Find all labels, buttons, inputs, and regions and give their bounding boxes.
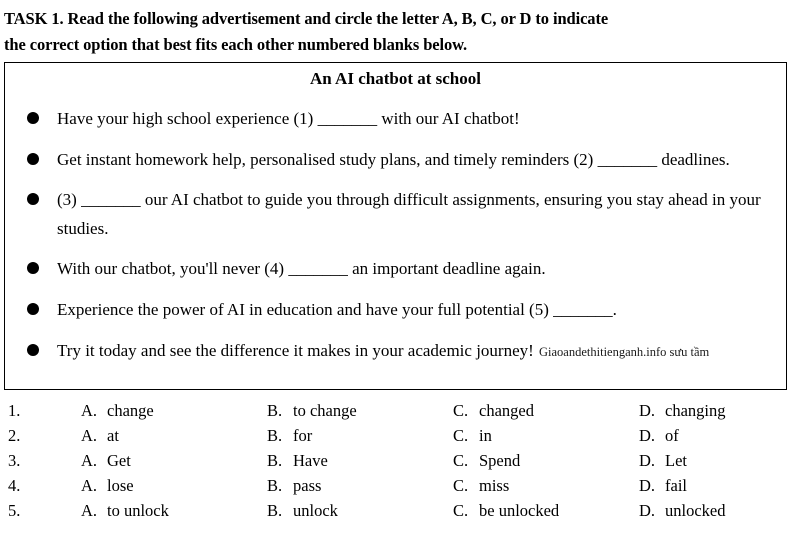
question-number: 3.	[8, 451, 21, 470]
choice-text: to unlock	[107, 501, 169, 520]
task-heading-line-2: the correct option that best fits each o…	[4, 35, 468, 54]
bullet-dot-icon	[27, 262, 39, 274]
list-item-text: Get instant homework help, personalised …	[57, 150, 730, 169]
choice-a[interactable]: A. lose	[81, 473, 267, 498]
choice-c[interactable]: C. in	[453, 423, 639, 448]
choice-text: at	[107, 426, 119, 445]
advertisement-box: An AI chatbot at school Have your high s…	[4, 62, 787, 390]
choice-letter: A.	[81, 476, 98, 495]
choice-d[interactable]: D. fail	[639, 473, 796, 498]
list-item-text: With our chatbot, you'll never (4) _____…	[57, 259, 546, 278]
choice-a[interactable]: A. Get	[81, 448, 267, 473]
choice-d[interactable]: D. of	[639, 423, 796, 448]
list-item: Get instant homework help, personalised …	[27, 145, 768, 174]
choice-text: miss	[479, 476, 510, 495]
question-number: 5.	[8, 501, 21, 520]
choice-text: to change	[293, 401, 357, 420]
choice-text: fail	[665, 476, 687, 495]
question-number: 2.	[8, 426, 21, 445]
choice-text: Let	[665, 451, 687, 470]
watermark: Giaoandethitienganh.info sưu tầm	[539, 345, 710, 359]
choice-b[interactable]: B. to change	[267, 398, 453, 423]
choice-text: changed	[479, 401, 534, 420]
bullet-dot-icon	[27, 344, 39, 356]
list-item: (3) _______ our AI chatbot to guide you …	[27, 185, 768, 243]
bullet-dot-icon	[27, 303, 39, 315]
choice-b[interactable]: B. unlock	[267, 498, 453, 523]
choice-text: unlock	[293, 501, 338, 520]
choice-letter: D.	[639, 476, 656, 495]
choice-letter: B.	[267, 426, 283, 445]
task-heading-line-1: TASK 1. Read the following advertisement…	[4, 9, 609, 28]
list-item-text: Experience the power of AI in education …	[57, 300, 617, 319]
choice-d[interactable]: D. unlocked	[639, 498, 796, 523]
choice-a[interactable]: A. at	[81, 423, 267, 448]
answer-options: 1. A. change B. to change C. changed D. …	[0, 398, 796, 523]
choice-a[interactable]: A. change	[81, 398, 267, 423]
choice-letter: C.	[453, 426, 469, 445]
bullet-dot-icon	[27, 112, 39, 124]
choice-c[interactable]: C. Spend	[453, 448, 639, 473]
choice-d[interactable]: D. Let	[639, 448, 796, 473]
choice-letter: C.	[453, 476, 469, 495]
choice-letter: C.	[453, 401, 469, 420]
task-heading: TASK 1. Read the following advertisement…	[0, 0, 796, 58]
question-row: 5. A. to unlock B. unlock C. be unlocked…	[8, 498, 796, 523]
list-item-text: Have your high school experience (1) ___…	[57, 109, 520, 128]
choice-text: changing	[665, 401, 726, 420]
choice-c[interactable]: C. miss	[453, 473, 639, 498]
choice-c[interactable]: C. changed	[453, 398, 639, 423]
question-row: 4. A. lose B. pass C. miss D. fail	[8, 473, 796, 498]
advertisement-bullet-list: Have your high school experience (1) ___…	[5, 104, 786, 365]
bullet-dot-icon	[27, 193, 39, 205]
choice-text: be unlocked	[479, 501, 560, 520]
choice-text: Have	[293, 451, 328, 470]
choice-text: change	[107, 401, 154, 420]
choice-a[interactable]: A. to unlock	[81, 498, 267, 523]
question-number: 4.	[8, 476, 21, 495]
choice-b[interactable]: B. pass	[267, 473, 453, 498]
choice-letter: D.	[639, 451, 656, 470]
choice-text: of	[665, 426, 679, 445]
question-number: 1.	[8, 401, 21, 420]
choice-text: for	[293, 426, 313, 445]
choice-letter: A.	[81, 426, 98, 445]
question-row: 2. A. at B. for C. in D. of	[8, 423, 796, 448]
list-item-text: (3) _______ our AI chatbot to guide you …	[57, 190, 761, 238]
question-row: 3. A. Get B. Have C. Spend D. Let	[8, 448, 796, 473]
advertisement-title: An AI chatbot at school	[310, 69, 481, 88]
choice-text: lose	[107, 476, 134, 495]
choice-b[interactable]: B. Have	[267, 448, 453, 473]
list-item: Experience the power of AI in education …	[27, 295, 768, 324]
choice-c[interactable]: C. be unlocked	[453, 498, 639, 523]
choice-text: pass	[293, 476, 322, 495]
choice-letter: B.	[267, 401, 283, 420]
choice-text: Get	[107, 451, 131, 470]
choice-b[interactable]: B. for	[267, 423, 453, 448]
choice-letter: B.	[267, 476, 283, 495]
list-item: With our chatbot, you'll never (4) _____…	[27, 254, 768, 283]
choice-letter: A.	[81, 401, 98, 420]
choice-letter: A.	[81, 451, 98, 470]
list-item: Have your high school experience (1) ___…	[27, 104, 768, 133]
choice-letter: B.	[267, 451, 283, 470]
choice-letter: C.	[453, 501, 469, 520]
choice-letter: A.	[81, 501, 98, 520]
choice-letter: D.	[639, 426, 656, 445]
choice-letter: D.	[639, 401, 656, 420]
choice-letter: C.	[453, 451, 469, 470]
question-row: 1. A. change B. to change C. changed D. …	[8, 398, 796, 423]
choice-letter: D.	[639, 501, 656, 520]
choice-letter: B.	[267, 501, 283, 520]
choice-text: Spend	[479, 451, 521, 470]
choice-d[interactable]: D. changing	[639, 398, 796, 423]
choice-text: in	[479, 426, 492, 445]
choice-text: unlocked	[665, 501, 726, 520]
bullet-dot-icon	[27, 153, 39, 165]
